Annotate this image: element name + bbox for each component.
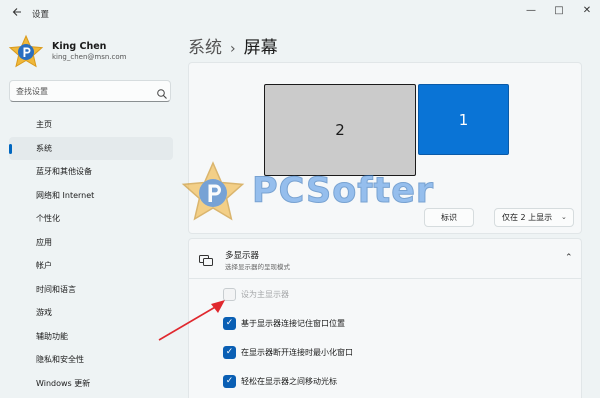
display-mode-value: 仅在 2 上显示 [502, 213, 553, 222]
maximize-button[interactable]: □ [547, 2, 571, 20]
minimize-button[interactable]: — [519, 2, 543, 20]
app-title: 设置 [32, 10, 50, 20]
search-icon[interactable] [156, 85, 168, 99]
page-title: 屏幕 [243, 38, 278, 58]
sidebar-item-home[interactable]: 主页 [9, 113, 173, 137]
back-arrow-icon[interactable] [9, 6, 25, 22]
sidebar-item-gaming[interactable]: 游戏 [9, 301, 173, 325]
annotation-arrow-icon [158, 300, 225, 341]
monitor-1[interactable]: 1 [418, 84, 509, 155]
breadcrumb: 系统 › 屏幕 [188, 33, 278, 58]
sidebar-item-label: 游戏 [36, 308, 52, 317]
search-input[interactable] [16, 85, 146, 98]
sidebar-item-label: 主页 [36, 120, 52, 129]
avatar[interactable] [8, 34, 44, 70]
title-bar: 设置 — □ ✕ [0, 0, 600, 28]
sidebar-item-privacy[interactable]: 隐私和安全性 [9, 348, 173, 372]
sidebar-item-windows-update[interactable]: Windows 更新 [9, 372, 173, 396]
sidebar-item-label: 帐户 [36, 261, 52, 270]
user-email: king_chen@msn.com [52, 53, 127, 61]
active-indicator [9, 143, 12, 154]
watermark-logo-icon [181, 161, 245, 221]
sidebar-item-bluetooth[interactable]: 蓝牙和其他设备 [9, 160, 173, 184]
sidebar-item-accounts[interactable]: 帐户 [9, 254, 173, 278]
watermark-text: PCSofter [251, 171, 435, 212]
sidebar-item-network[interactable]: 网络和 Internet [9, 184, 173, 208]
multi-display-section: 多显示器 选择显示器的呈现模式 ⌃ 设为主显示器 ✓ 基于显示器连接记住窗口位置… [188, 238, 582, 398]
sidebar-item-label: 蓝牙和其他设备 [36, 167, 92, 176]
chevron-up-icon[interactable]: ⌃ [565, 253, 573, 263]
sidebar-item-label: 隐私和安全性 [36, 355, 84, 364]
multi-display-title: 多显示器 [225, 251, 260, 261]
breadcrumb-parent[interactable]: 系统 [188, 38, 222, 58]
sidebar-item-label: 网络和 Internet [36, 190, 95, 200]
sidebar-item-time-language[interactable]: 时间和语言 [9, 278, 173, 302]
close-button[interactable]: ✕ [575, 2, 599, 20]
option-label: 在显示器断开连接时最小化窗口 [241, 348, 353, 357]
sidebar-item-system[interactable]: 系统 [9, 136, 173, 160]
multi-display-header[interactable]: 多显示器 选择显示器的呈现模式 ⌃ [189, 239, 581, 279]
sidebar-item-label: 个性化 [36, 214, 60, 223]
sidebar-item-label: 应用 [36, 237, 52, 247]
multi-display-icon [199, 252, 213, 266]
checkmark-icon: ✓ [225, 347, 234, 357]
sidebar-item-accessibility[interactable]: 辅助功能 [9, 325, 173, 349]
user-name: King Chen [52, 41, 107, 52]
breadcrumb-separator: › [230, 41, 236, 57]
watermark: PCSofter [180, 160, 434, 226]
option-label: 轻松在显示器之间移动光标 [241, 377, 337, 386]
sidebar-item-label: 时间和语言 [36, 284, 76, 294]
sidebar-nav: 主页 系统 蓝牙和其他设备 网络和 Internet 个性化 应用 帐户 时间和… [9, 113, 173, 395]
display-mode-select[interactable]: 仅在 2 上显示 ⌄ [494, 208, 574, 227]
sidebar-item-personalization[interactable]: 个性化 [9, 207, 173, 231]
ease-cursor-checkbox[interactable]: ✓ [223, 375, 236, 388]
checkmark-icon: ✓ [225, 376, 234, 386]
option-label: 设为主显示器 [241, 290, 289, 299]
sidebar-item-label: 辅助功能 [36, 331, 68, 341]
sidebar-item-label: 系统 [36, 143, 52, 153]
minimize-windows-checkbox[interactable]: ✓ [223, 346, 236, 359]
option-label: 基于显示器连接记住窗口位置 [241, 319, 345, 328]
sidebar-item-apps[interactable]: 应用 [9, 231, 173, 255]
sidebar-item-label: Windows 更新 [36, 378, 91, 388]
search-box[interactable] [9, 80, 171, 102]
chevron-down-icon: ⌄ [561, 213, 567, 221]
multi-display-description: 选择显示器的呈现模式 [225, 263, 290, 271]
